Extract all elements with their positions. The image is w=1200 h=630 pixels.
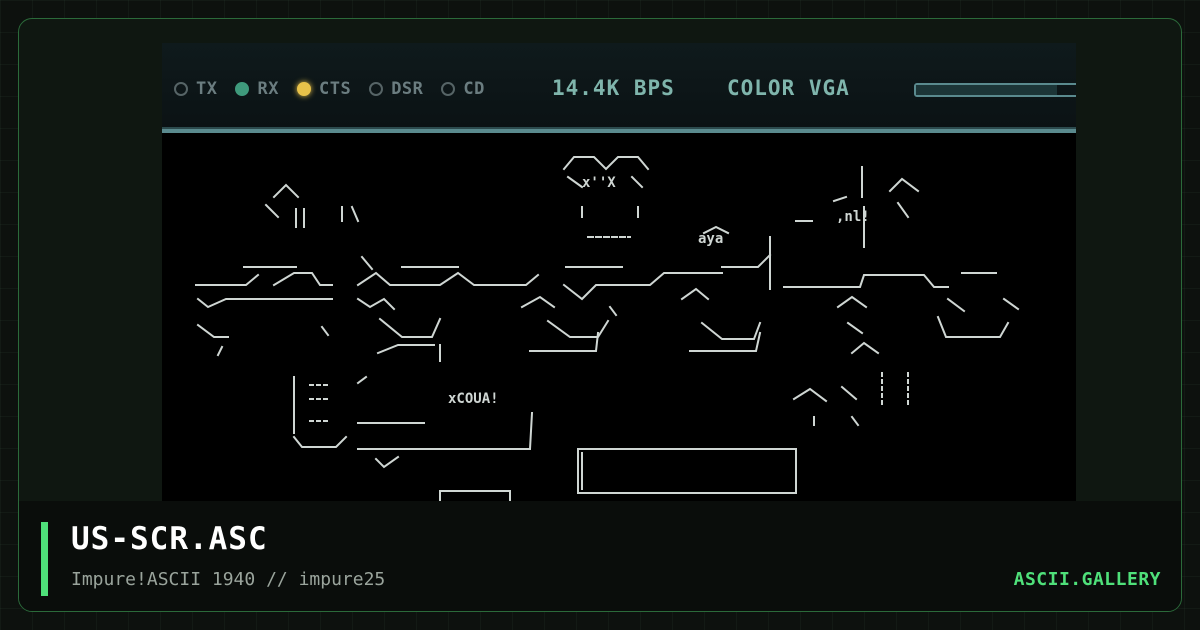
video-mode: COLOR VGA <box>727 76 850 100</box>
led-rx: RX <box>235 79 278 99</box>
led-dsr: DSR <box>369 79 423 99</box>
led-cd: CD <box>441 79 484 99</box>
caption-footer: US-SCR.ASC Impure!ASCII 1940 // impure25… <box>19 501 1181 611</box>
led-dsr-indicator-icon <box>369 82 384 96</box>
led-cts-indicator-icon <box>296 82 311 96</box>
led-tx-label: TX <box>196 79 218 99</box>
led-cts-label: CTS <box>318 79 352 99</box>
accent-bar <box>41 522 48 596</box>
preview-card: TX RX CTS DSR CD 14.4K BPS COLOR VGA xCO… <box>18 18 1182 612</box>
connection-speed: 14.4K BPS <box>552 76 675 100</box>
modem-leds: TX RX CTS DSR CD <box>174 79 485 99</box>
site-brand[interactable]: ASCII.GALLERY <box>1014 569 1161 590</box>
led-cd-indicator-icon <box>441 82 456 96</box>
ascii-fragment: xCOUA! <box>448 391 499 407</box>
terminal-screen: TX RX CTS DSR CD 14.4K BPS COLOR VGA xCO… <box>162 43 1076 519</box>
artwork-title: US-SCR.ASC <box>71 521 268 557</box>
led-cts: CTS <box>296 79 352 99</box>
artwork-credit: Impure!ASCII 1940 // impure25 <box>71 569 386 590</box>
status-divider <box>162 127 1076 129</box>
transfer-progress-fill <box>916 85 1058 95</box>
led-cd-label: CD <box>463 79 485 99</box>
ascii-art-render: xCOUA! x''X aya ,nl! <box>195 156 1020 519</box>
led-rx-label: RX <box>257 79 279 99</box>
led-rx-indicator-icon <box>235 82 250 96</box>
led-tx-indicator-icon <box>174 82 188 96</box>
led-dsr-label: DSR <box>391 79 424 99</box>
ascii-fragment: ,nl! <box>836 209 870 225</box>
led-tx: TX <box>174 79 217 99</box>
transfer-progress-bar <box>914 83 1076 97</box>
modem-status-bar: TX RX CTS DSR CD 14.4K BPS COLOR VGA <box>162 43 1076 133</box>
ascii-fragment: aya <box>698 231 723 247</box>
ascii-fragment: x''X <box>582 175 616 191</box>
